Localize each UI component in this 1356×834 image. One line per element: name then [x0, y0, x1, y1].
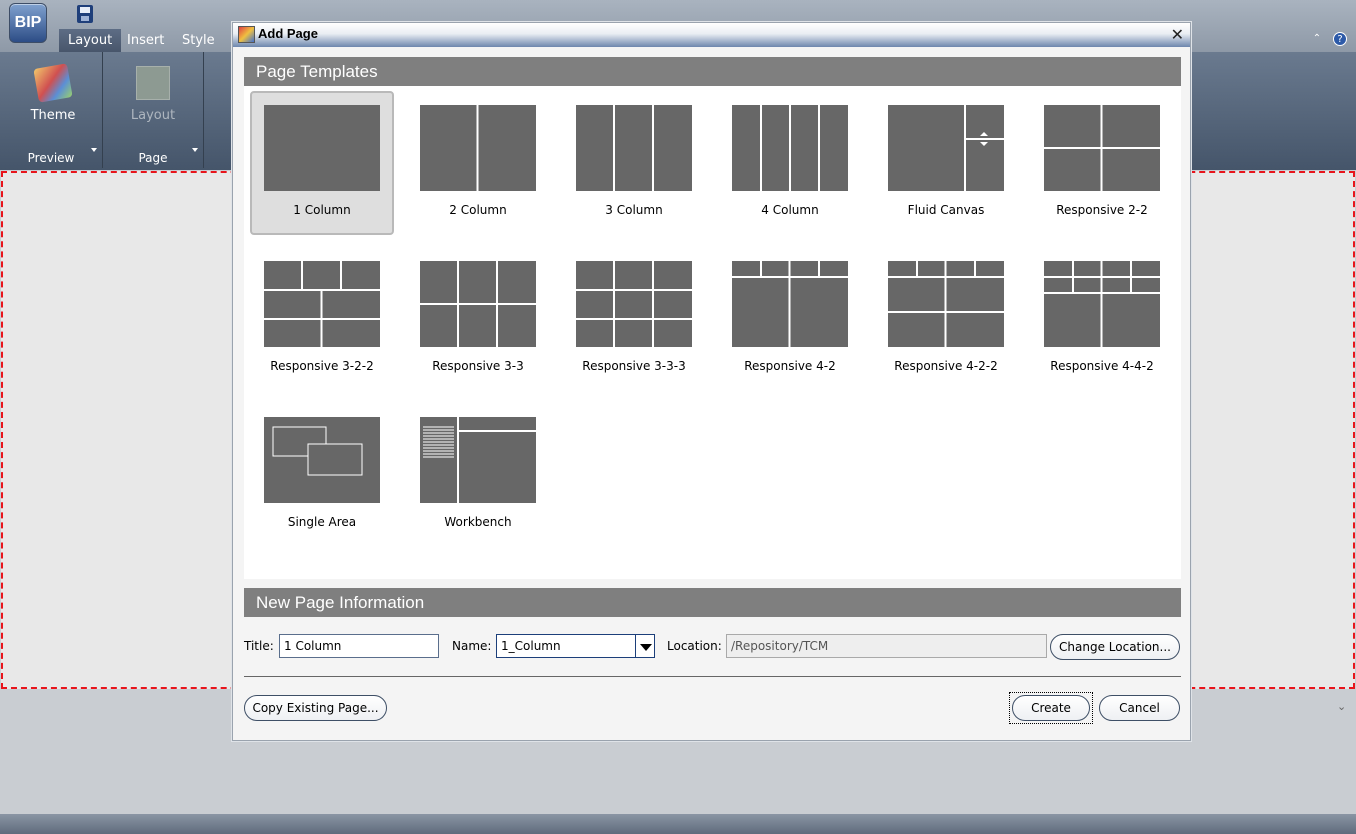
template-label: 1 Column — [293, 203, 351, 217]
template-responsive-3-3-3[interactable]: Responsive 3-3-3 — [562, 247, 706, 391]
status-bar — [0, 814, 1356, 834]
template-label: Responsive 4-2-2 — [894, 359, 998, 373]
template-label: Responsive 3-3 — [432, 359, 524, 373]
template-responsive-4-2-thumbnail — [732, 261, 848, 347]
theme-button-label: Theme — [30, 108, 76, 123]
expand-icon[interactable]: ⌄ — [1337, 700, 1346, 713]
app-logo[interactable]: BIP — [9, 3, 47, 43]
template-responsive-3-2-2-thumbnail — [264, 261, 380, 347]
template-workbench-thumbnail — [420, 417, 536, 503]
close-icon[interactable]: ✕ — [1171, 26, 1184, 44]
page-info-form: Title: Name: 1_Column Location: Change L… — [233, 633, 1190, 660]
template-label: Single Area — [287, 515, 357, 529]
template-responsive-3-3-thumbnail — [420, 261, 536, 347]
templates-panel: 1 Column 2 Column 3 Column 4 Column Flui… — [244, 86, 1181, 579]
template-responsive-3-3[interactable]: Responsive 3-3 — [406, 247, 550, 391]
template-label: Fluid Canvas — [907, 203, 985, 217]
name-label: Name: — [452, 639, 492, 653]
template-label: 4 Column — [761, 203, 819, 217]
template-responsive-4-4-2-thumbnail — [1044, 261, 1160, 347]
template-label: 3 Column — [605, 203, 663, 217]
template-3-column[interactable]: 3 Column — [562, 91, 706, 235]
template-label: 2 Column — [449, 203, 507, 217]
save-icon[interactable] — [77, 5, 93, 23]
tab-style[interactable]: Style — [173, 29, 224, 52]
tab-insert[interactable]: Insert — [118, 29, 173, 52]
name-select[interactable]: 1_Column — [496, 634, 655, 658]
title-input[interactable] — [279, 634, 439, 658]
dialog-title-bar[interactable]: Add Page ✕ — [233, 23, 1190, 47]
layout-button[interactable]: Layout — [113, 66, 193, 123]
template-1-column[interactable]: 1 Column — [250, 91, 394, 235]
template-responsive-4-2-2-thumbnail — [888, 261, 1004, 347]
copy-existing-page-button[interactable]: Copy Existing Page... — [244, 695, 387, 721]
template-single-area-thumbnail — [264, 417, 380, 503]
chevron-down-icon[interactable] — [635, 634, 655, 658]
divider — [244, 676, 1181, 677]
ribbon-group-label: Page — [138, 151, 168, 165]
template-responsive-4-4-2[interactable]: Responsive 4-4-2 — [1030, 247, 1174, 391]
page-templates-header: Page Templates — [244, 57, 1181, 86]
location-input — [726, 634, 1047, 658]
new-page-info-header: New Page Information — [244, 588, 1181, 617]
template-responsive-3-3-3-thumbnail — [576, 261, 692, 347]
template-4-column[interactable]: 4 Column — [718, 91, 862, 235]
template-label: Responsive 2-2 — [1056, 203, 1148, 217]
template-label: Responsive 4-2 — [744, 359, 836, 373]
help-icon[interactable]: ? — [1333, 32, 1347, 46]
collapse-ribbon-icon[interactable]: ⌃ — [1310, 32, 1324, 46]
template-label: Responsive 3-2-2 — [270, 359, 374, 373]
template-workbench[interactable]: Workbench — [406, 403, 550, 547]
ribbon-group-preview: Theme Preview — [0, 52, 103, 168]
template-3-column-thumbnail — [576, 105, 692, 191]
template-fluid-canvas-thumbnail — [888, 105, 1004, 191]
name-select-value: 1_Column — [501, 639, 561, 653]
template-single-area[interactable]: Single Area — [250, 403, 394, 547]
change-location-button[interactable]: Change Location... — [1050, 634, 1180, 660]
ribbon-group-page: Layout Page — [103, 52, 204, 168]
tab-layout[interactable]: Layout — [59, 29, 122, 52]
dialog-title: Add Page — [258, 26, 318, 41]
title-label: Title: — [244, 639, 274, 653]
template-2-column-thumbnail — [420, 105, 536, 191]
template-label: Responsive 3-3-3 — [582, 359, 686, 373]
page-icon — [238, 26, 255, 43]
theme-icon — [33, 63, 73, 103]
template-4-column-thumbnail — [732, 105, 848, 191]
template-responsive-2-2-thumbnail — [1044, 105, 1160, 191]
template-responsive-3-2-2[interactable]: Responsive 3-2-2 — [250, 247, 394, 391]
template-responsive-4-2-2[interactable]: Responsive 4-2-2 — [874, 247, 1018, 391]
cancel-button[interactable]: Cancel — [1099, 695, 1180, 721]
create-button[interactable]: Create — [1012, 695, 1090, 721]
theme-button[interactable]: Theme — [13, 63, 93, 123]
location-label: Location: — [667, 639, 722, 653]
layout-button-label: Layout — [130, 108, 176, 123]
template-label: Workbench — [444, 515, 512, 529]
template-label: Responsive 4-4-2 — [1050, 359, 1154, 373]
add-page-dialog: Add Page ✕ Page Templates 1 Column 2 Col… — [232, 22, 1191, 741]
template-1-column-thumbnail — [264, 105, 380, 191]
layout-icon — [136, 66, 170, 100]
template-2-column[interactable]: 2 Column — [406, 91, 550, 235]
ribbon-group-label: Preview — [27, 151, 75, 165]
template-responsive-4-2[interactable]: Responsive 4-2 — [718, 247, 862, 391]
template-fluid-canvas[interactable]: Fluid Canvas — [874, 91, 1018, 235]
template-responsive-2-2[interactable]: Responsive 2-2 — [1030, 91, 1174, 235]
